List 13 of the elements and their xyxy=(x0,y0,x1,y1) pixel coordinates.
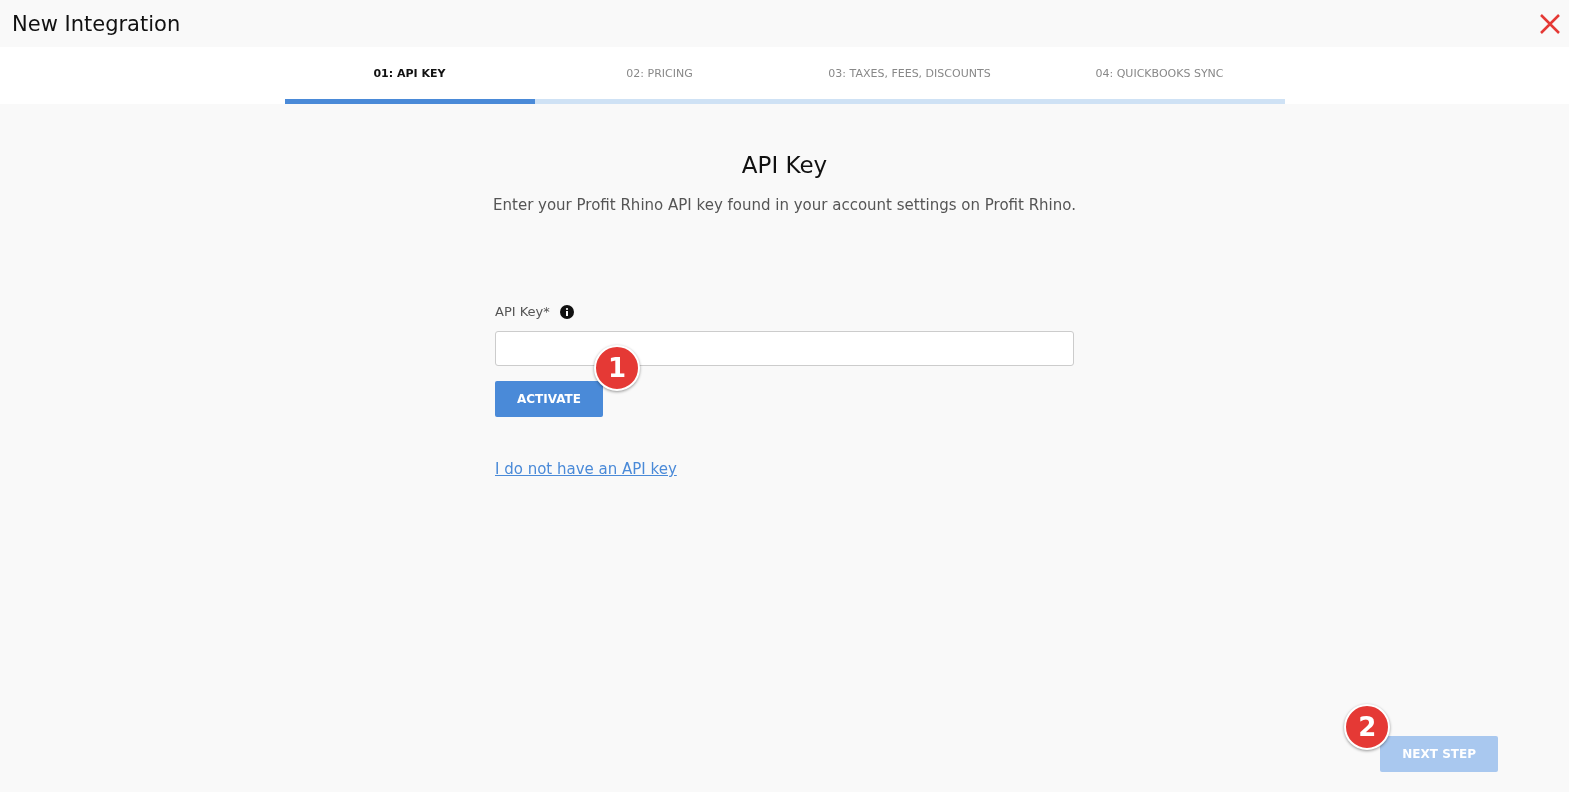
field-label: API Key* xyxy=(495,304,550,319)
section-heading: API Key xyxy=(741,152,828,178)
step-marker: 2 xyxy=(1344,704,1391,750)
info-icon[interactable] xyxy=(559,304,574,319)
close-button[interactable] xyxy=(1539,12,1561,35)
step-tab[interactable]: 04: QUICKBOOKS SYNC xyxy=(1034,47,1285,104)
step-tab[interactable]: 01: API KEY xyxy=(284,47,535,104)
no-api-key-link[interactable]: I do not have an API key xyxy=(495,460,677,478)
section-description: Enter your Profit Rhino API key found in your account settings on Profit Rhino. xyxy=(493,196,1076,214)
window-title: New Integration xyxy=(12,11,181,36)
step-tab[interactable]: 02: PRICING xyxy=(534,47,785,104)
activate-button[interactable]: ACTIVATE xyxy=(495,381,603,417)
step-tab[interactable]: 03: TAXES, FEES, DISCOUNTS xyxy=(784,47,1035,104)
